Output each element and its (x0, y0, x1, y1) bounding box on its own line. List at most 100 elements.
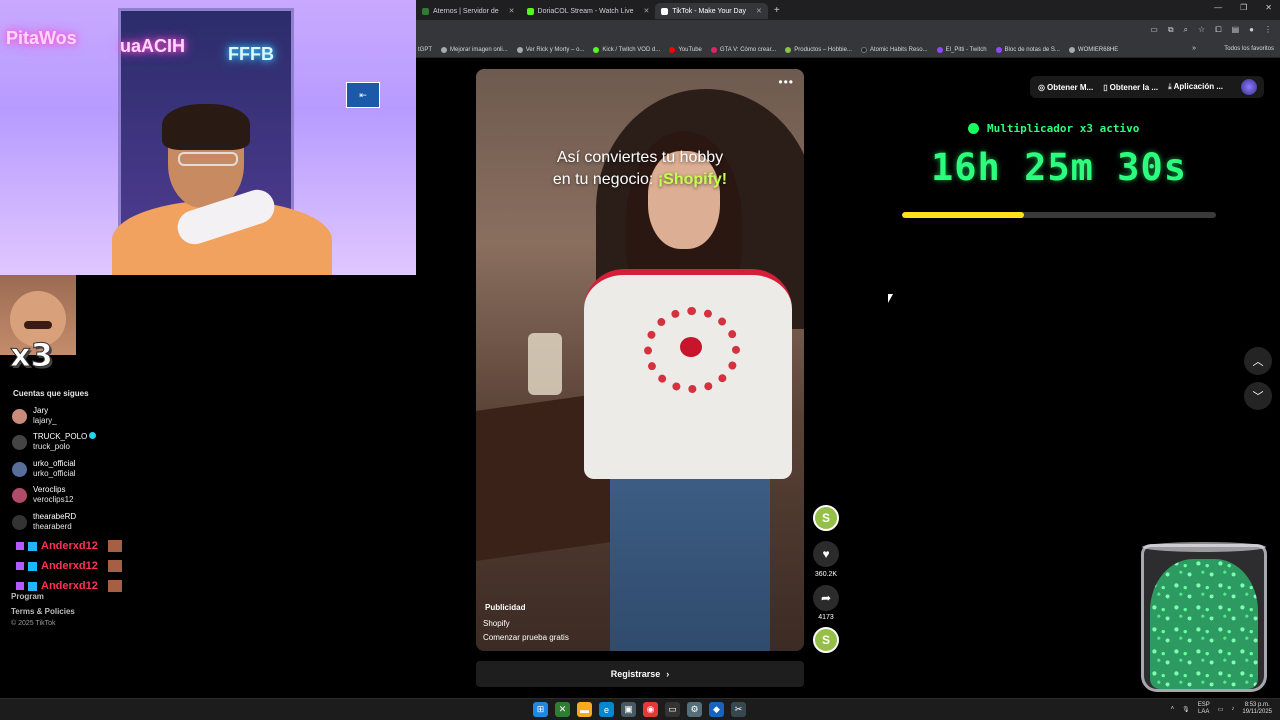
microphone-icon[interactable]: 🎙 (1182, 706, 1190, 713)
sound-disc[interactable]: S (813, 627, 839, 653)
profile-avatar-icon[interactable]: ● (1249, 25, 1254, 35)
bookmark-favicon-icon (1068, 46, 1075, 53)
followed-account[interactable]: Jary lajary_ (12, 406, 57, 426)
countdown-timer: 16h 25m 30s (930, 146, 1188, 189)
more-bookmarks-icon[interactable]: » (1192, 45, 1196, 52)
tab-kick-stream[interactable]: DoriaCOL Stream - Watch Live ✕ (521, 3, 656, 19)
tray-chevron-up-icon[interactable]: ˄ (1171, 706, 1175, 712)
multiplier-progress-bar (902, 212, 1216, 218)
share-button[interactable]: ➦ (813, 585, 839, 611)
jar-rim (1142, 542, 1266, 552)
following-accounts-title: Cuentas que sigues (13, 389, 89, 398)
footer-program-link[interactable]: Program (11, 592, 44, 601)
bookmark-item[interactable]: GTA V: Cómo crear... (710, 46, 776, 53)
bookmark-item[interactable]: WOMIER68HE (1068, 46, 1118, 53)
minimize-icon[interactable]: — (1214, 3, 1222, 12)
sidebar-icon[interactable]: ▤ (1232, 25, 1240, 35)
close-tab-icon[interactable]: ✕ (509, 7, 515, 15)
bookmark-item[interactable]: Mejorar imagen onli... (441, 46, 508, 53)
like-button[interactable]: ♥ (813, 541, 839, 567)
chrome-icon[interactable]: ◉ (643, 702, 658, 717)
settings-gear-icon[interactable]: ⚙ (687, 702, 702, 717)
language-indicator[interactable]: ESP LAA (1198, 702, 1210, 716)
followed-account[interactable]: urko_official urko_official (12, 459, 76, 479)
brand-avatar[interactable]: S (813, 505, 839, 531)
bookmark-item[interactable]: YouTube (669, 46, 702, 53)
browser-tab-bar: Aternos | Servidor de ✕ DoriaCOL Stream … (416, 0, 1280, 20)
tab-tiktok[interactable]: TikTok - Make Your Day ✕ (655, 3, 768, 19)
close-window-icon[interactable]: ✕ (1265, 3, 1272, 12)
meme-mouth (24, 321, 52, 329)
next-video-button[interactable]: ﹀ (1244, 382, 1272, 410)
file-explorer-icon[interactable]: ▬ (577, 702, 592, 717)
avatar (12, 434, 27, 450)
new-tab-icon[interactable]: + (768, 5, 786, 16)
footer-terms-link[interactable]: Terms & Policies (11, 607, 75, 616)
get-coins-button[interactable]: ◎ Obtener M... (1038, 83, 1093, 92)
maximize-icon[interactable]: ❐ (1240, 3, 1247, 12)
extensions-icon[interactable]: ⧠ (1215, 25, 1221, 35)
clock[interactable]: 8:53 p.m. 19/11/2025 (1242, 702, 1272, 716)
followed-account[interactable]: Veroclips veroclips12 (12, 485, 73, 505)
translate-icon[interactable]: ⧉ (1168, 25, 1174, 35)
verified-icon (89, 432, 97, 439)
phone-icon: ▯ (1103, 82, 1108, 92)
gift-badge-icon (28, 581, 37, 591)
chat-line: Anderxd12 (16, 560, 122, 572)
store-icon[interactable]: ▣ (621, 702, 636, 717)
close-tab-icon[interactable]: ✕ (756, 7, 762, 15)
followed-account[interactable]: TRUCK_POLO truck_polo (12, 432, 97, 452)
download-icon: ⤓ (1168, 82, 1172, 91)
edge-icon[interactable]: e (599, 702, 614, 717)
xbox-icon[interactable]: ✕ (555, 702, 570, 717)
previous-video-button[interactable]: ︿ (1244, 347, 1272, 375)
bookmark-favicon-icon (593, 46, 600, 53)
network-icon[interactable]: ▭ (1218, 706, 1224, 713)
more-options-icon[interactable]: ••• (778, 75, 794, 89)
multiplier-badge: x3 (10, 336, 54, 375)
video-player[interactable]: Así conviertes tu hobby en tu negocio: ¡… (476, 69, 804, 651)
ad-brand-name[interactable]: Shopify (483, 619, 510, 628)
gift-jar (1141, 544, 1267, 692)
sub-badge-icon (16, 562, 24, 570)
ad-cta-link[interactable]: Comenzar prueba gratis (483, 633, 569, 642)
avatar (12, 408, 27, 424)
avatar (12, 514, 27, 530)
followed-account[interactable]: thearabeRD thearaberd (12, 512, 76, 532)
chevron-up-icon: ︿ (1252, 356, 1264, 368)
bookmark-item[interactable]: Productos – Hobbie... (785, 46, 852, 53)
zoom-icon[interactable]: ⌕ (1184, 25, 1188, 35)
bookmark-favicon-icon (785, 46, 792, 53)
terminal-icon[interactable]: ▭ (665, 702, 680, 717)
menu-icon[interactable]: ⋮ (1264, 25, 1272, 35)
windows-start-icon[interactable]: ⊞ (533, 702, 548, 717)
browser-toolbar: ▭ ⧉ ⌕ ☆ ⧠ ▤ ● ⋮ (416, 20, 1280, 42)
bookmark-item[interactable]: Bloc de notas de S... (995, 46, 1060, 53)
cast-icon[interactable]: ▭ (1150, 25, 1158, 35)
tab-aternos[interactable]: Aternos | Servidor de ✕ (416, 3, 521, 19)
download-app-button[interactable]: ⤓ Aplicación ... (1168, 82, 1223, 92)
bookmark-star-icon[interactable]: ☆ (1198, 25, 1205, 35)
register-button[interactable]: Registrarse › (476, 661, 804, 687)
exit-sign: ⇤ (346, 82, 380, 108)
capcut-icon[interactable]: ✂ (731, 702, 746, 717)
neon-sign-right: FFFB (228, 44, 274, 64)
bookmark-item[interactable]: Atomic Habits Reso... (860, 46, 928, 53)
close-tab-icon[interactable]: ✕ (643, 7, 649, 15)
bookmark-favicon-icon (995, 46, 1002, 53)
steam-icon[interactable]: ◆ (709, 702, 724, 717)
all-bookmarks-folder[interactable]: Todos los favoritos (1224, 46, 1274, 52)
chevron-right-icon: › (666, 669, 670, 679)
mouse-cursor-icon (888, 294, 893, 303)
profile-avatar[interactable] (1241, 79, 1257, 95)
streamer-hair (162, 104, 250, 150)
bookmark-item[interactable]: El_Pitti - Twitch (936, 46, 987, 53)
share-icon: ➦ (820, 591, 832, 605)
bookmark-item[interactable]: tGPT (418, 47, 432, 53)
get-app-button[interactable]: ▯ Obtener la ... (1103, 83, 1158, 92)
bookmark-item[interactable]: Ver Rick y Morty – o... (516, 46, 584, 53)
tab-label: TikTok - Make Your Day (672, 7, 747, 15)
bookmark-item[interactable]: Kick / Twitch VOD d... (593, 46, 660, 53)
tiktok-favicon-icon (661, 7, 669, 15)
volume-icon[interactable]: ♪ (1231, 706, 1234, 712)
